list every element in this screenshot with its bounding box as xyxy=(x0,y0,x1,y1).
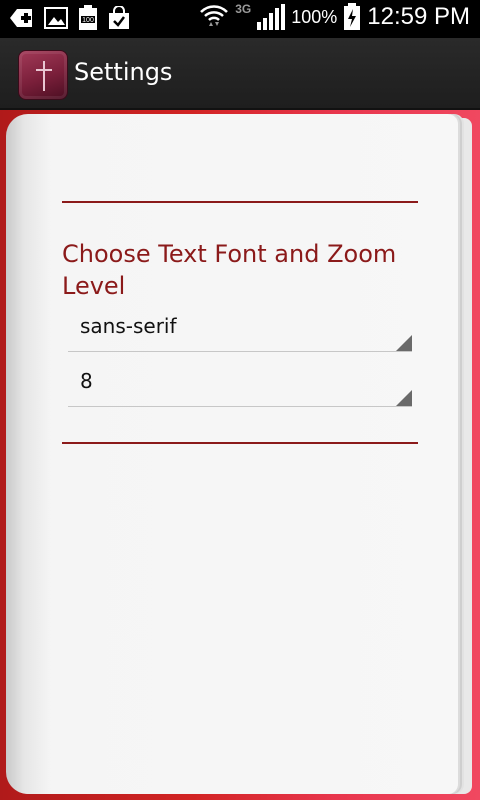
clock: 12:59 PM xyxy=(367,3,470,30)
wifi-icon xyxy=(199,2,229,32)
zoom-select[interactable]: 8 xyxy=(68,361,412,407)
image-icon xyxy=(44,7,68,29)
bottom-divider xyxy=(62,442,418,444)
status-bar: 100 3G 100% 12:59 PM xyxy=(0,0,480,38)
notification-icons: 100 xyxy=(8,5,130,31)
section-title: Choose Text Font and Zoom Level xyxy=(62,240,397,300)
system-icons: 3G 100% 12:59 PM xyxy=(199,2,470,32)
battery-100-icon: 100 xyxy=(78,5,98,31)
shopping-bag-icon xyxy=(108,6,130,30)
signal-icon xyxy=(257,4,286,30)
bible-cross-icon[interactable] xyxy=(18,50,68,100)
battery-charging-icon xyxy=(343,3,361,31)
dropdown-arrow-icon xyxy=(396,335,412,351)
cross-vertical xyxy=(43,61,45,91)
zoom-select-value: 8 xyxy=(80,369,93,393)
top-divider xyxy=(62,201,418,203)
action-bar: Settings xyxy=(0,38,480,110)
dropdown-arrow-icon xyxy=(396,390,412,406)
font-select[interactable]: sans-serif xyxy=(68,306,412,352)
add-icon xyxy=(8,6,34,30)
battery-percent: 100% xyxy=(291,6,338,27)
settings-page xyxy=(6,114,458,794)
svg-text:100: 100 xyxy=(82,17,94,24)
network-type-label: 3G xyxy=(235,2,252,16)
font-select-value: sans-serif xyxy=(80,314,177,338)
cross-horizontal xyxy=(36,69,52,71)
page-title: Settings xyxy=(74,58,173,86)
